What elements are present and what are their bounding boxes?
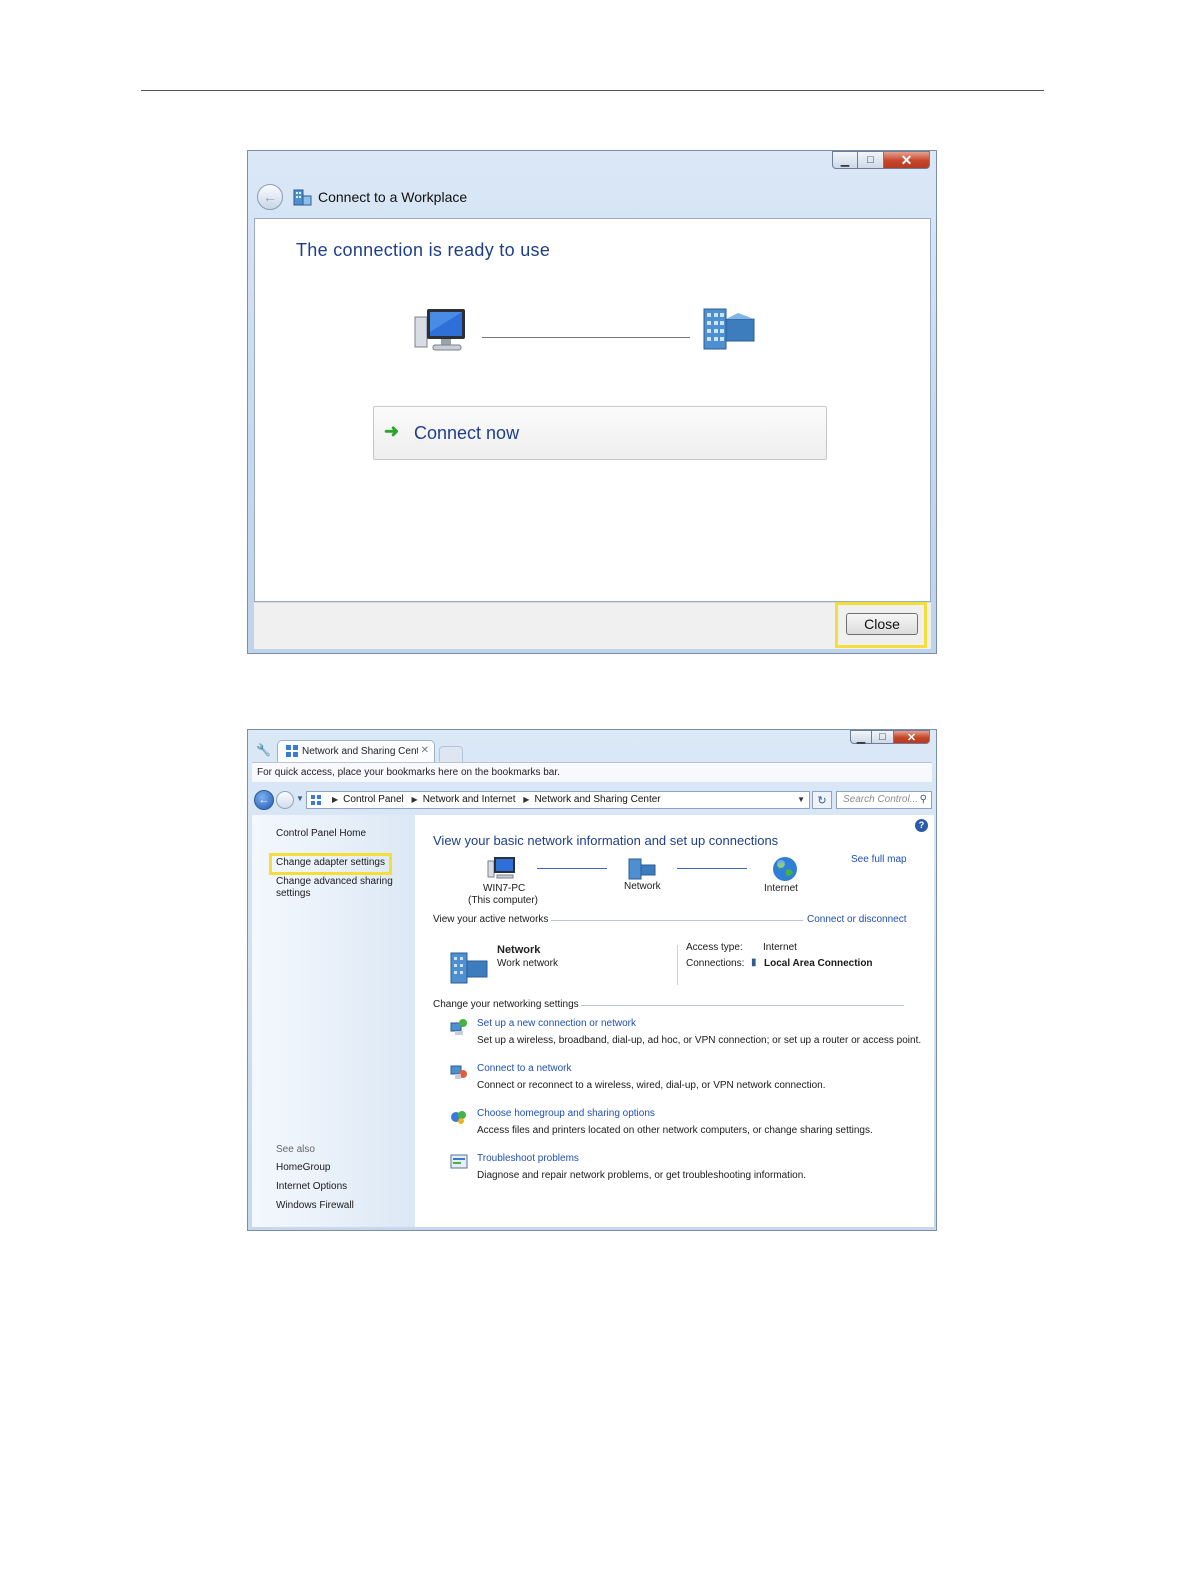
troubleshoot-icon — [450, 1154, 468, 1169]
connection-line — [482, 337, 690, 338]
sidebar-advanced-link-cont[interactable]: settings — [276, 888, 310, 899]
local-area-connection-link[interactable]: Local Area Connection — [764, 958, 873, 969]
minimize-button[interactable]: ▁ — [850, 730, 872, 744]
setup-connection-desc: Set up a wireless, broadband, dial-up, a… — [477, 1035, 922, 1046]
window-controls: ▁ □ ✕ — [832, 151, 930, 169]
close-window-button[interactable]: ✕ — [884, 151, 930, 169]
map-pc-name: WIN7-PC — [483, 883, 526, 894]
section-divider — [551, 920, 803, 921]
connect-network-icon — [450, 1065, 467, 1079]
tab-close-icon[interactable]: ✕ — [421, 745, 429, 756]
search-placeholder: Search Control... — [843, 794, 919, 805]
green-arrow-icon: ➜ — [384, 421, 400, 441]
see-full-map-link[interactable]: See full map — [851, 854, 907, 865]
close-button[interactable]: Close — [846, 613, 918, 635]
connect-now-label: Connect now — [414, 423, 520, 443]
map-connection-line — [537, 868, 607, 869]
troubleshoot-desc: Diagnose and repair network problems, or… — [477, 1170, 807, 1181]
computer-icon — [487, 857, 515, 879]
new-tab-button[interactable] — [439, 746, 463, 763]
network-setup-icon — [450, 1019, 467, 1035]
map-pc-sub: (This computer) — [468, 895, 539, 906]
dialog-footer — [254, 602, 931, 649]
page-heading: The connection is ready to use — [296, 240, 551, 260]
forward-button[interactable] — [276, 791, 294, 809]
network-icon — [628, 858, 656, 880]
window-controls: ▁ □ ✕ — [850, 730, 930, 744]
sidebar-advanced-link[interactable]: Change advanced sharing — [276, 876, 393, 887]
workplace-icon — [293, 189, 312, 206]
connect-network-link[interactable]: Connect to a network — [477, 1063, 572, 1074]
breadcrumb-network-internet[interactable]: Network and Internet — [423, 794, 516, 805]
sidebar-adapter-link[interactable]: Change adapter settings — [276, 857, 385, 868]
address-bar[interactable]: ▶ Control Panel ▶ Network and Internet ▶ Ne… — [306, 791, 810, 809]
main-panel: ? View your basic network information an… — [415, 815, 934, 1227]
computer-icon — [414, 309, 465, 351]
workplace-building-icon — [703, 308, 755, 350]
see-also-windows-firewall[interactable]: Windows Firewall — [276, 1200, 354, 1211]
search-input[interactable]: Search Control... ⚲ — [836, 791, 932, 809]
browser-tab[interactable]: Network and Sharing Cent ✕ — [277, 740, 435, 762]
map-network-label: Network — [624, 881, 661, 892]
sidebar-home-link[interactable]: Control Panel Home — [276, 828, 366, 839]
content-area: Control Panel Home Change adapter settin… — [252, 815, 934, 1227]
active-network-icon — [450, 952, 488, 984]
dialog-body: The connection is ready to use ➜ Connect… — [254, 218, 931, 602]
wrench-icon[interactable]: 🔧 — [256, 743, 271, 757]
map-connection-line — [677, 868, 747, 869]
navigation-row: ← ▼ ▶ Control Panel ▶ Network and Internet… — [252, 788, 932, 812]
sidebar: Control Panel Home Change adapter settin… — [252, 815, 415, 1227]
connect-workplace-window: ▁ □ ✕ ← Connect to a Workplace The conne… — [247, 150, 937, 654]
breadcrumb-sharing-center[interactable]: Network and Sharing Center — [534, 794, 660, 805]
search-icon[interactable]: ⚲ — [920, 792, 927, 808]
section-divider — [581, 1005, 904, 1006]
homegroup-icon — [451, 1111, 466, 1124]
map-internet-label: Internet — [764, 883, 798, 894]
see-also-homegroup[interactable]: HomeGroup — [276, 1162, 330, 1173]
window-title: Connect to a Workplace — [318, 189, 468, 205]
refresh-icon[interactable]: ↻ — [812, 791, 832, 809]
history-dropdown-icon[interactable]: ▼ — [296, 794, 304, 803]
connect-now-button[interactable]: ➜ Connect now — [373, 406, 827, 460]
back-arrow-icon[interactable]: ← — [257, 184, 283, 210]
back-button[interactable]: ← — [254, 790, 274, 810]
lan-adapter-icon: ▮ — [751, 957, 757, 968]
page-heading: View your basic network information and … — [433, 833, 779, 848]
tab-title: Network and Sharing Cent — [302, 746, 418, 757]
vertical-divider — [677, 945, 678, 985]
connect-network-desc: Connect or reconnect to a wireless, wire… — [477, 1080, 826, 1091]
address-dropdown-icon[interactable]: ▼ — [797, 792, 805, 808]
close-window-button[interactable]: ✕ — [894, 730, 930, 744]
help-icon[interactable]: ? — [915, 819, 928, 832]
breadcrumb-control-panel[interactable]: Control Panel — [343, 794, 404, 805]
network-type-link[interactable]: Work network — [497, 958, 558, 969]
connect-disconnect-link[interactable]: Connect or disconnect — [807, 914, 907, 925]
troubleshoot-link[interactable]: Troubleshoot problems — [477, 1153, 579, 1164]
see-also-heading: See also — [276, 1144, 315, 1155]
setup-connection-link[interactable]: Set up a new connection or network — [477, 1018, 636, 1029]
homegroup-link[interactable]: Choose homegroup and sharing options — [477, 1108, 655, 1119]
connections-label: Connections: — [686, 958, 745, 969]
active-networks-label: View your active networks — [433, 914, 549, 925]
access-type-value: Internet — [763, 942, 797, 953]
active-network-name: Network — [497, 944, 541, 956]
bookmarks-bar: For quick access, place your bookmarks h… — [252, 762, 932, 782]
minimize-button[interactable]: ▁ — [832, 151, 858, 169]
control-panel-icon — [311, 795, 321, 805]
access-type-label: Access type: — [686, 942, 743, 953]
network-center-icon — [286, 745, 298, 757]
maximize-button[interactable]: □ — [858, 151, 884, 169]
see-also-internet-options[interactable]: Internet Options — [276, 1181, 347, 1192]
network-sharing-window: ▁ □ ✕ 🔧 Network and Sharing Cent ✕ For q… — [247, 729, 937, 1231]
page-top-rule — [141, 90, 1044, 91]
networking-settings-label: Change your networking settings — [433, 999, 579, 1010]
maximize-button[interactable]: □ — [872, 730, 894, 744]
homegroup-desc: Access files and printers located on oth… — [477, 1125, 873, 1136]
breadcrumb: ▶ Control Panel ▶ Network and Internet ▶ Ne… — [332, 794, 661, 805]
internet-globe-icon — [773, 857, 797, 881]
